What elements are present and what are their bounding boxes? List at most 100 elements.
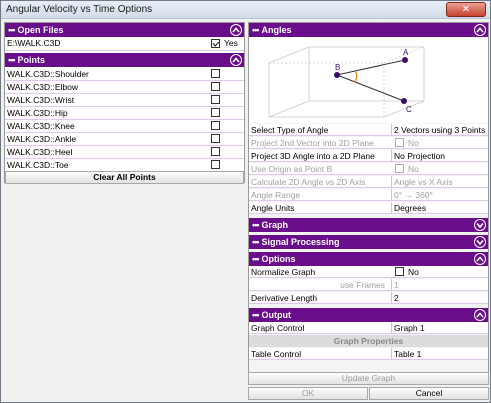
dots-icon: ••• xyxy=(252,237,260,247)
table-control-value[interactable]: Table 1 xyxy=(391,348,488,359)
use-origin-value: No xyxy=(408,164,419,174)
right-panel: ••• Angles B A C Select Type of Angle 2 … xyxy=(248,22,489,377)
points-header[interactable]: ••• Points xyxy=(5,53,244,67)
point-row: WALK.C3D::Heel xyxy=(5,146,244,159)
point-label: WALK.C3D::Knee xyxy=(7,121,75,131)
normalize-graph-checkbox[interactable] xyxy=(395,267,404,276)
output-header[interactable]: ••• Output xyxy=(249,308,488,322)
signal-processing-title: Signal Processing xyxy=(261,237,340,247)
dots-icon: ••• xyxy=(252,310,260,320)
angle-type-value[interactable]: 2 Vectors using 3 Points xyxy=(391,124,488,135)
point-label: WALK.C3D::Wrist xyxy=(7,95,75,105)
open-file-row: E:\WALK.C3D Yes xyxy=(5,37,244,51)
point-row: WALK.C3D::Elbow xyxy=(5,81,244,94)
point-row: WALK.C3D::Knee xyxy=(5,120,244,133)
point-row: WALK.C3D::Shoulder xyxy=(5,68,244,81)
dots-icon: ••• xyxy=(252,254,260,264)
use-frames-label: use Frames xyxy=(340,280,385,290)
derivative-length-row[interactable]: Derivative Length 2 xyxy=(249,292,488,304)
derivative-length-value[interactable]: 2 xyxy=(391,292,488,303)
chevron-up-icon[interactable] xyxy=(474,253,486,265)
angle-range-row: Angle Range 0° → 360° xyxy=(249,189,488,201)
chevron-down-icon[interactable] xyxy=(474,219,486,231)
point-c-label: C xyxy=(406,105,412,114)
angle-type-row[interactable]: Select Type of Angle 2 Vectors using 3 P… xyxy=(249,124,488,136)
use-origin-label: Use Origin as Point B xyxy=(251,164,333,174)
point-checkbox[interactable] xyxy=(211,134,220,143)
point-row: WALK.C3D::Ankle xyxy=(5,133,244,146)
open-files-title: Open Files xyxy=(17,25,64,35)
chevron-up-icon[interactable] xyxy=(230,24,242,36)
point-checkbox[interactable] xyxy=(211,69,220,78)
point-label: WALK.C3D::Elbow xyxy=(7,82,79,92)
open-file-yes-label: Yes xyxy=(224,38,238,48)
angle-units-row[interactable]: Angle Units Degrees xyxy=(249,202,488,214)
point-a-label: A xyxy=(403,48,409,57)
points-title: Points xyxy=(17,55,45,65)
project-3d-angle-label: Project 3D Angle into a 2D Plane xyxy=(251,151,375,161)
angle-units-value[interactable]: Degrees xyxy=(391,202,488,213)
angle-diagram: B A C xyxy=(249,37,488,123)
derivative-length-label: Derivative Length xyxy=(251,293,318,303)
point-label: WALK.C3D::Hip xyxy=(7,108,68,118)
point-checkbox[interactable] xyxy=(211,160,220,169)
options-title: Options xyxy=(261,254,296,264)
point-checkbox[interactable] xyxy=(211,121,220,130)
point-row: WALK.C3D::Wrist xyxy=(5,94,244,107)
use-frames-row: use Frames 1 xyxy=(249,279,488,291)
point-checkbox[interactable] xyxy=(211,95,220,104)
use-frames-value: 1 xyxy=(391,279,488,290)
point-b-label: B xyxy=(335,63,341,72)
ok-button[interactable]: OK xyxy=(248,387,368,400)
table-control-label: Table Control xyxy=(251,349,302,359)
open-file-checkbox[interactable] xyxy=(211,39,220,48)
dots-icon: ••• xyxy=(8,55,16,65)
table-control-row[interactable]: Table Control Table 1 xyxy=(249,348,488,360)
graph-control-row[interactable]: Graph Control Graph 1 xyxy=(249,322,488,334)
dots-icon: ••• xyxy=(8,25,16,35)
signal-processing-header[interactable]: ••• Signal Processing xyxy=(249,235,488,249)
angles-title: Angles xyxy=(261,25,292,35)
graph-control-label: Graph Control xyxy=(251,323,305,333)
graph-header[interactable]: ••• Graph xyxy=(249,218,488,232)
cancel-button[interactable]: Cancel xyxy=(369,387,489,400)
left-panel: ••• Open Files E:\WALK.C3D Yes ••• Points … xyxy=(4,22,245,184)
project-2nd-vector-row: Project 2nd Vector into 2D Plane No xyxy=(249,137,488,149)
open-files-header[interactable]: ••• Open Files xyxy=(5,23,244,37)
graph-control-value[interactable]: Graph 1 xyxy=(391,322,488,333)
project-3d-angle-value[interactable]: No Projection xyxy=(391,150,488,161)
chevron-down-icon[interactable] xyxy=(474,236,486,248)
angle-type-label: Select Type of Angle xyxy=(251,125,329,135)
use-origin-row: Use Origin as Point B No xyxy=(249,163,488,175)
window-title: Angular Velocity vs Time Options xyxy=(6,4,153,15)
dots-icon: ••• xyxy=(252,25,260,35)
close-button[interactable]: ✕ xyxy=(446,2,486,17)
point-row: WALK.C3D::Hip xyxy=(5,107,244,120)
normalize-graph-value: No xyxy=(408,267,419,277)
calc-2d-angle-label: Calculate 2D Angle vs 2D Axis xyxy=(251,177,366,187)
graph-properties-button[interactable]: Graph Properties xyxy=(249,335,488,347)
project-3d-angle-row[interactable]: Project 3D Angle into a 2D Plane No Proj… xyxy=(249,150,488,162)
normalize-graph-label: Normalize Graph xyxy=(251,267,316,277)
chevron-up-icon[interactable] xyxy=(474,24,486,36)
point-label: WALK.C3D::Shoulder xyxy=(7,69,89,79)
point-checkbox[interactable] xyxy=(211,108,220,117)
project-2nd-vector-value: No xyxy=(408,138,419,148)
clear-all-points-button[interactable]: Clear All Points xyxy=(5,171,244,184)
use-origin-checkbox xyxy=(395,164,404,173)
point-label: WALK.C3D::Ankle xyxy=(7,134,77,144)
angle-range-label: Angle Range xyxy=(251,190,301,200)
options-header[interactable]: ••• Options xyxy=(249,252,488,266)
chevron-up-icon[interactable] xyxy=(230,54,242,66)
point-label: WALK.C3D::Toe xyxy=(7,160,69,170)
open-file-name: E:\WALK.C3D xyxy=(7,38,61,48)
dots-icon: ••• xyxy=(252,220,260,230)
point-checkbox[interactable] xyxy=(211,82,220,91)
options-window: Angular Velocity vs Time Options ✕ ••• Op… xyxy=(0,0,491,403)
update-graph-button[interactable]: Update Graph xyxy=(248,372,489,385)
chevron-up-icon[interactable] xyxy=(474,309,486,321)
angles-header[interactable]: ••• Angles xyxy=(249,23,488,37)
angle-range-value: 0° → 360° xyxy=(391,189,488,200)
point-checkbox[interactable] xyxy=(211,147,220,156)
point-label: WALK.C3D::Heel xyxy=(7,147,73,157)
